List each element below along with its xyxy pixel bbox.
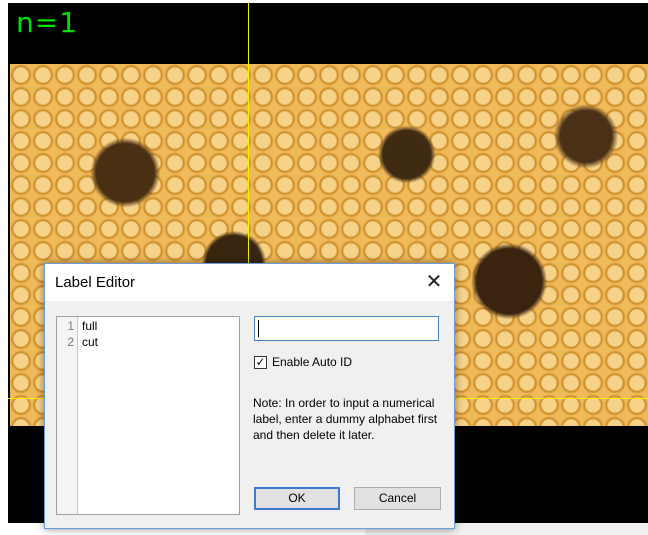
note-text: Note: In order to input a numerical labe… bbox=[253, 396, 438, 442]
text-caret bbox=[258, 320, 259, 337]
dialog-title: Label Editor bbox=[55, 274, 136, 291]
dialog-titlebar[interactable]: Label Editor ✕ bbox=[45, 264, 454, 301]
label-text: full bbox=[82, 319, 98, 333]
canvas-bottom-area bbox=[455, 485, 648, 523]
frame-counter: n=1 bbox=[16, 6, 79, 39]
label-list[interactable]: 1 full 2 cut bbox=[56, 316, 240, 515]
cancel-button[interactable]: Cancel bbox=[354, 487, 441, 510]
line-number: 1 bbox=[67, 319, 74, 333]
close-icon[interactable]: ✕ bbox=[424, 272, 444, 292]
checkmark-icon: ✓ bbox=[255, 355, 266, 369]
line-number: 2 bbox=[67, 335, 74, 349]
ok-button[interactable]: OK bbox=[254, 487, 340, 510]
label-editor-dialog: Label Editor ✕ 1 full 2 cut ✓ Enable Aut… bbox=[44, 263, 455, 529]
label-input[interactable] bbox=[254, 316, 439, 341]
enable-auto-id-label[interactable]: Enable Auto ID bbox=[272, 355, 352, 369]
enable-auto-id-checkbox[interactable]: ✓ bbox=[254, 356, 267, 369]
label-text: cut bbox=[82, 335, 99, 349]
